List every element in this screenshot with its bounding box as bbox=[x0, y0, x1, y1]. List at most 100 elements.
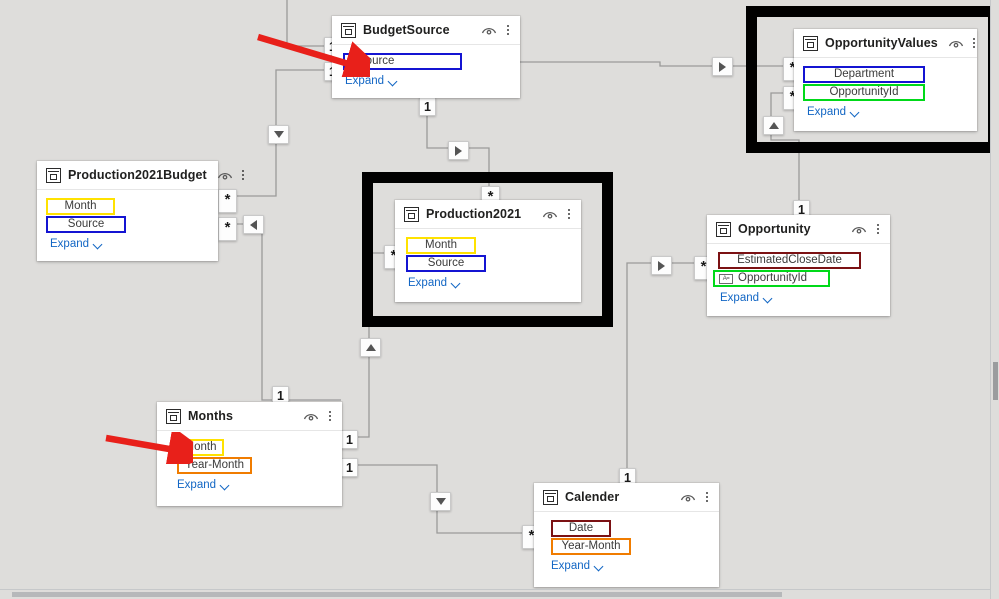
filter-direction-left-icon[interactable] bbox=[243, 215, 264, 234]
card-header: Opportunity bbox=[707, 215, 890, 244]
vertical-scrollbar-thumb[interactable] bbox=[993, 362, 998, 400]
field-name: Department bbox=[833, 68, 895, 80]
horizontal-scrollbar[interactable] bbox=[0, 589, 999, 599]
expand-link[interactable]: Expand bbox=[37, 238, 218, 250]
table-icon bbox=[404, 206, 419, 222]
card-fields: EstimatedCloseDate A= OpportunityId Expa… bbox=[707, 244, 890, 309]
field-row[interactable]: Source bbox=[343, 53, 462, 70]
filter-direction-up-icon[interactable] bbox=[763, 116, 784, 135]
table-name: OpportunityValues bbox=[825, 36, 938, 50]
preview-eye-icon[interactable] bbox=[481, 24, 497, 36]
card-fields: Department OpportunityId Expand bbox=[794, 58, 977, 123]
field-row[interactable]: Year-Month bbox=[551, 538, 631, 555]
field-name: Year-Month bbox=[561, 540, 621, 552]
preview-eye-icon[interactable] bbox=[851, 223, 867, 235]
expand-label: Expand bbox=[551, 560, 591, 572]
filter-direction-down-icon[interactable] bbox=[268, 125, 289, 144]
table-card-production2021budget[interactable]: Production2021Budget Month Source Expand bbox=[37, 161, 245, 261]
table-name: Production2021Budget bbox=[68, 168, 207, 182]
expand-link[interactable]: Expand bbox=[157, 479, 342, 491]
field-row[interactable]: Department bbox=[803, 66, 925, 83]
expand-label: Expand bbox=[720, 292, 760, 304]
card-header: BudgetSource bbox=[332, 16, 520, 45]
expand-label: Expand bbox=[50, 238, 90, 250]
expand-label: Expand bbox=[807, 106, 847, 118]
filter-direction-up-icon[interactable] bbox=[360, 338, 381, 357]
expand-label: Expand bbox=[345, 75, 385, 87]
expand-link[interactable]: Expand bbox=[794, 106, 977, 118]
expand-link[interactable]: Expand bbox=[707, 292, 890, 304]
expand-link[interactable]: Expand bbox=[395, 277, 581, 289]
field-row[interactable]: A= OpportunityId bbox=[713, 270, 830, 287]
chevron-down-icon bbox=[764, 294, 773, 303]
field-name: OpportunityId bbox=[738, 272, 808, 284]
table-card-opportunity[interactable]: Opportunity EstimatedCloseDate A= Opport… bbox=[707, 215, 890, 316]
table-icon bbox=[341, 22, 356, 38]
horizontal-scrollbar-thumb[interactable] bbox=[12, 592, 782, 597]
field-row[interactable]: Year-Month bbox=[177, 457, 252, 474]
more-options-icon[interactable] bbox=[324, 408, 335, 424]
preview-eye-icon[interactable] bbox=[217, 169, 233, 181]
field-name: Year-Month bbox=[184, 459, 245, 471]
field-row[interactable]: Month bbox=[177, 439, 224, 456]
table-card-budgetsource[interactable]: BudgetSource Source Expand bbox=[332, 16, 520, 98]
preview-eye-icon[interactable] bbox=[542, 208, 558, 220]
field-row[interactable]: Month bbox=[406, 237, 476, 254]
field-name: Source bbox=[67, 218, 105, 230]
card-fields: Month Source Expand bbox=[395, 229, 581, 294]
preview-eye-icon[interactable] bbox=[948, 37, 964, 49]
table-card-calender[interactable]: Calender Date Year-Month Expand bbox=[534, 483, 719, 587]
field-row[interactable]: Month bbox=[46, 198, 115, 215]
more-options-icon[interactable] bbox=[969, 35, 980, 51]
filter-direction-down-icon[interactable] bbox=[430, 492, 451, 511]
field-name: Month bbox=[184, 441, 217, 453]
field-row[interactable]: Source bbox=[406, 255, 486, 272]
more-options-icon[interactable] bbox=[238, 167, 249, 183]
field-row[interactable]: Source bbox=[46, 216, 126, 233]
table-icon bbox=[46, 167, 61, 183]
expand-link[interactable]: Expand bbox=[332, 75, 520, 87]
chevron-down-icon bbox=[94, 240, 103, 249]
field-name: EstimatedCloseDate bbox=[737, 254, 842, 266]
field-row[interactable]: OpportunityId bbox=[803, 84, 925, 101]
table-card-production2021[interactable]: Production2021 Month Source Expand bbox=[395, 200, 581, 302]
cardinality-badge-many: * bbox=[218, 189, 237, 213]
field-row[interactable]: EstimatedCloseDate bbox=[718, 252, 861, 269]
filter-direction-right-icon[interactable] bbox=[448, 141, 469, 160]
chevron-down-icon bbox=[221, 481, 230, 490]
filter-direction-right-icon[interactable] bbox=[651, 256, 672, 275]
table-card-months[interactable]: Months Month Year-Month Expand bbox=[157, 402, 342, 506]
field-name: Date bbox=[568, 522, 594, 534]
chevron-down-icon bbox=[851, 108, 860, 117]
cardinality-badge-many: * bbox=[218, 217, 237, 241]
filter-direction-right-icon[interactable] bbox=[712, 57, 733, 76]
field-name: OpportunityId bbox=[829, 86, 899, 98]
more-options-icon[interactable] bbox=[872, 221, 883, 237]
cardinality-badge-1: 1 bbox=[341, 458, 358, 477]
field-row[interactable]: Date bbox=[551, 520, 611, 537]
table-name: BudgetSource bbox=[363, 23, 450, 37]
expand-link[interactable]: Expand bbox=[534, 560, 719, 572]
table-name: Months bbox=[188, 409, 234, 423]
table-icon bbox=[543, 489, 558, 505]
more-options-icon[interactable] bbox=[502, 22, 513, 38]
preview-eye-icon[interactable] bbox=[303, 410, 319, 422]
field-name: Source bbox=[358, 55, 395, 67]
more-options-icon[interactable] bbox=[563, 206, 574, 222]
vertical-scrollbar[interactable] bbox=[990, 0, 999, 599]
text-field-icon: A= bbox=[719, 273, 733, 284]
card-header: OpportunityValues bbox=[794, 29, 977, 58]
card-fields: Date Year-Month Expand bbox=[534, 512, 719, 577]
card-header: Calender bbox=[534, 483, 719, 512]
table-card-opportunityvalues[interactable]: OpportunityValues Department Opportunity… bbox=[794, 29, 977, 131]
field-name: Source bbox=[427, 257, 465, 269]
table-name: Calender bbox=[565, 490, 620, 504]
expand-label: Expand bbox=[177, 479, 217, 491]
cardinality-badge-1: 1 bbox=[341, 430, 358, 449]
card-header: Production2021Budget bbox=[37, 161, 245, 190]
more-options-icon[interactable] bbox=[701, 489, 712, 505]
expand-label: Expand bbox=[408, 277, 448, 289]
card-fields: Month Year-Month Expand bbox=[157, 431, 342, 496]
preview-eye-icon[interactable] bbox=[680, 491, 696, 503]
model-diagram-canvas[interactable]: 111*******1111*1 BudgetSource Source Exp… bbox=[0, 0, 999, 599]
